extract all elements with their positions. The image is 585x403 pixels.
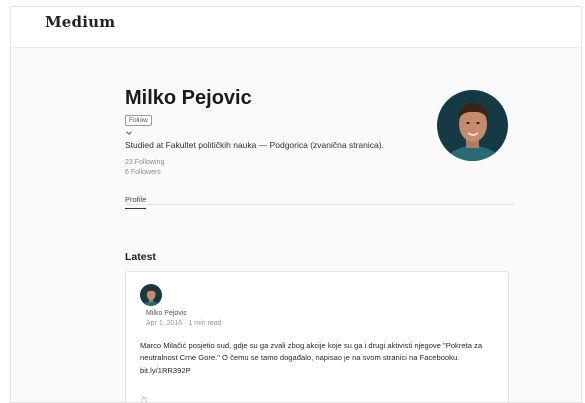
profile-bio: Studied at Fakultet političkih nauka — P…	[125, 140, 384, 150]
post-body[interactable]: Marco Milačić posjetio sud, gdje su ga z…	[140, 340, 500, 377]
post-author[interactable]: Milko Pejovic	[146, 309, 187, 318]
profile-photo	[437, 90, 508, 161]
follow-button[interactable]: Follow	[125, 115, 152, 126]
avatar[interactable]	[437, 90, 508, 161]
post-card[interactable]: Milko Pejovic Apr 1, 2016 · 1 min read M…	[125, 271, 509, 403]
read-time: 1 min read	[188, 320, 222, 327]
post-text: Marco Milačić posjetio sud, gdje su ga z…	[140, 341, 483, 363]
chevron-down-icon[interactable]	[125, 129, 133, 137]
post-link[interactable]: bit.ly/1RR392P	[140, 366, 191, 375]
page: Medium Milko Pejovic Follow Studied at F…	[10, 6, 582, 403]
latest-heading: Latest	[125, 251, 156, 263]
followers-count[interactable]: 6 Followers	[125, 168, 521, 178]
profile-tabs: Profile	[125, 189, 515, 209]
post-date[interactable]: Apr 1, 2016	[146, 320, 182, 327]
top-navigation-bar: Medium	[11, 7, 581, 48]
medium-logo[interactable]: Medium	[45, 13, 115, 31]
tab-profile[interactable]: Profile	[125, 195, 147, 209]
profile-stats: 23 Following 6 Followers	[125, 158, 521, 177]
author-avatar[interactable]	[140, 284, 162, 306]
meta-separator: ·	[184, 320, 187, 327]
clap-icon[interactable]	[140, 396, 148, 403]
author-photo	[140, 284, 162, 306]
post-meta: Apr 1, 2016 · 1 min read	[146, 319, 222, 328]
